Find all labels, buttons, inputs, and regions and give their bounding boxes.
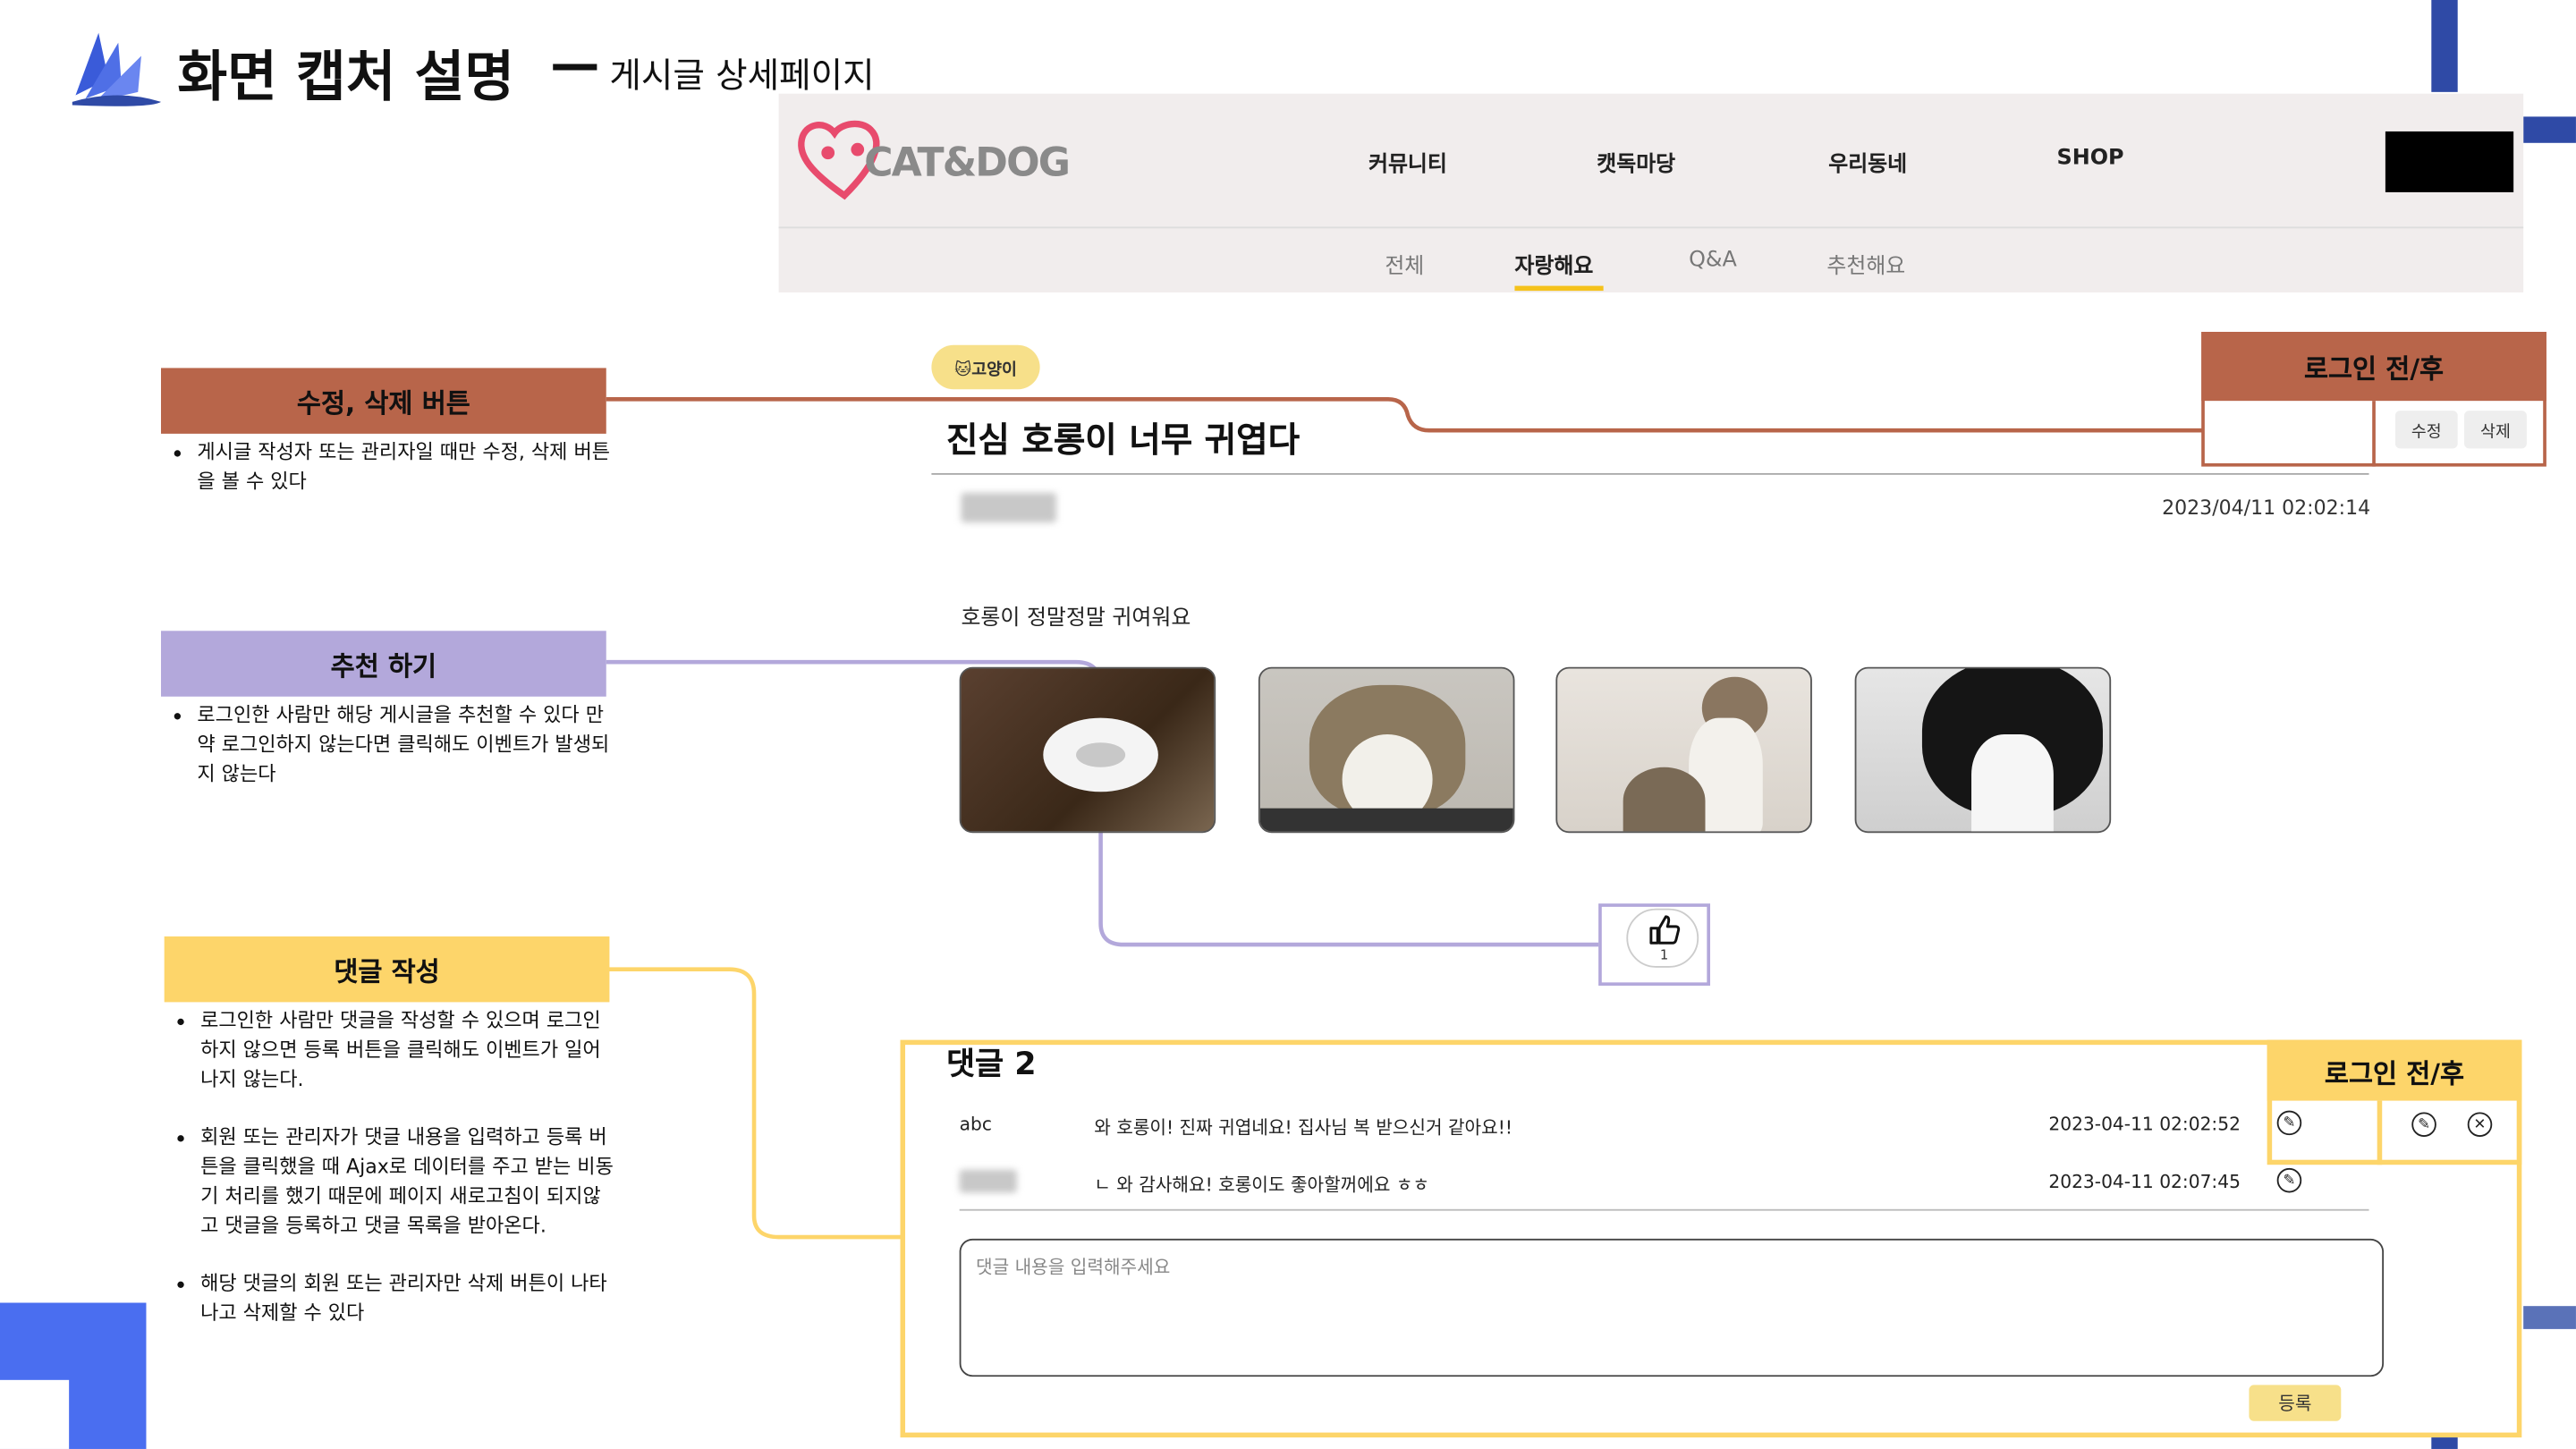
callout-comment-item: 회원 또는 관리자가 댓글 내용을 입력하고 등록 버튼을 클릭했을 때 Aja…	[200, 1122, 614, 1240]
post-photo[interactable]	[1555, 666, 1812, 834]
thumbs-up-icon	[1649, 915, 1681, 945]
callout-edit-delete-title: 수정, 삭제 버튼	[296, 387, 470, 419]
post-category-tag[interactable]: 🐱고양이	[931, 344, 1040, 390]
comment-submit-button[interactable]: 등록	[2249, 1385, 2342, 1421]
post-login-label: 로그인 전/후	[2303, 352, 2445, 385]
comment-date: 2023-04-11 02:02:52	[2048, 1114, 2241, 1136]
callout-comment-header: 댓글 작성	[164, 936, 610, 1003]
post-author-redacted	[961, 493, 1056, 523]
comment-login-header: 로그인 전/후	[2267, 1039, 2522, 1101]
callout-edit-item: 게시글 작성자 또는 관리자일 때만 수정, 삭제 버튼을 볼 수 있다	[197, 437, 611, 496]
callout-recommend-title: 추천 하기	[330, 650, 437, 682]
post-date: 2023/04/11 02:02:14	[2162, 496, 2371, 520]
post-body: 호롱이 정말정말 귀여워요	[961, 606, 1191, 631]
callout-edit-delete-body: 게시글 작성자 또는 관리자일 때만 수정, 삭제 버튼을 볼 수 있다	[165, 437, 612, 524]
comment-edit-icon[interactable]: ✎	[2276, 1167, 2302, 1193]
comment-delete-icon[interactable]: ✕	[2467, 1112, 2493, 1137]
comment-input[interactable]: 댓글 내용을 입력해주세요	[959, 1238, 2385, 1377]
callout-recommend-header: 추천 하기	[160, 631, 606, 697]
callout-comment-item: 해당 댓글의 회원 또는 관리자만 삭제 버튼이 나타나고 삭제할 수 있다	[200, 1268, 614, 1327]
comment-edit-icon[interactable]: ✎	[2276, 1110, 2302, 1136]
callout-recommend-body: 로그인한 사람만 해당 게시글을 추천할 수 있다 만약 로그인하지 않는다면 …	[165, 699, 612, 816]
comment-heading: 댓글 2	[945, 1046, 1037, 1083]
comment-date: 2023-04-11 02:07:45	[2048, 1171, 2241, 1193]
post-photo[interactable]	[1854, 666, 2112, 834]
comment-edit-icon[interactable]: ✎	[2411, 1112, 2436, 1137]
comment-author: abc	[959, 1114, 992, 1136]
comment-reply-text: ㄴ 와 감사해요! 호롱이도 좋아할꺼에요 ㅎㅎ	[1094, 1174, 1430, 1197]
comment-divider	[959, 1208, 2369, 1211]
post-title: 진심 호롱이 너무 귀엽다	[945, 420, 1301, 461]
callout-comment-item: 로그인한 사람만 댓글을 작성할 수 있으며 로그인하지 않으면 등록 버튼을 …	[200, 1005, 614, 1094]
post-login-split	[2372, 401, 2376, 467]
post-photo[interactable]	[1258, 666, 1515, 834]
comment-text: 와 호롱이! 진짜 귀엽네요! 집사님 복 받으신거 같아요!!	[1094, 1116, 1513, 1139]
post-delete-button[interactable]: 삭제	[2464, 411, 2527, 449]
post-login-header: 로그인 전/후	[2201, 332, 2546, 402]
comment-login-label: 로그인 전/후	[2324, 1056, 2465, 1089]
comment-author-redacted	[959, 1169, 1017, 1193]
callout-edit-delete-header: 수정, 삭제 버튼	[160, 368, 606, 434]
comment-input-placeholder: 댓글 내용을 입력해주세요	[975, 1257, 1171, 1278]
post-edit-button[interactable]: 수정	[2394, 411, 2458, 449]
callout-recommend-item: 로그인한 사람만 해당 게시글을 추천할 수 있다 만약 로그인하지 않는다면 …	[197, 699, 611, 788]
callout-comment-body: 로그인한 사람만 댓글을 작성할 수 있으며 로그인하지 않으면 등록 버튼을 …	[167, 1005, 614, 1355]
post-divider	[931, 472, 2369, 475]
comment-login-split	[2377, 1100, 2383, 1165]
like-button[interactable]: 1	[1626, 908, 1699, 968]
post-photo[interactable]	[959, 666, 1216, 834]
like-count: 1	[1659, 947, 1669, 963]
callout-comment-title: 댓글 작성	[334, 955, 440, 987]
